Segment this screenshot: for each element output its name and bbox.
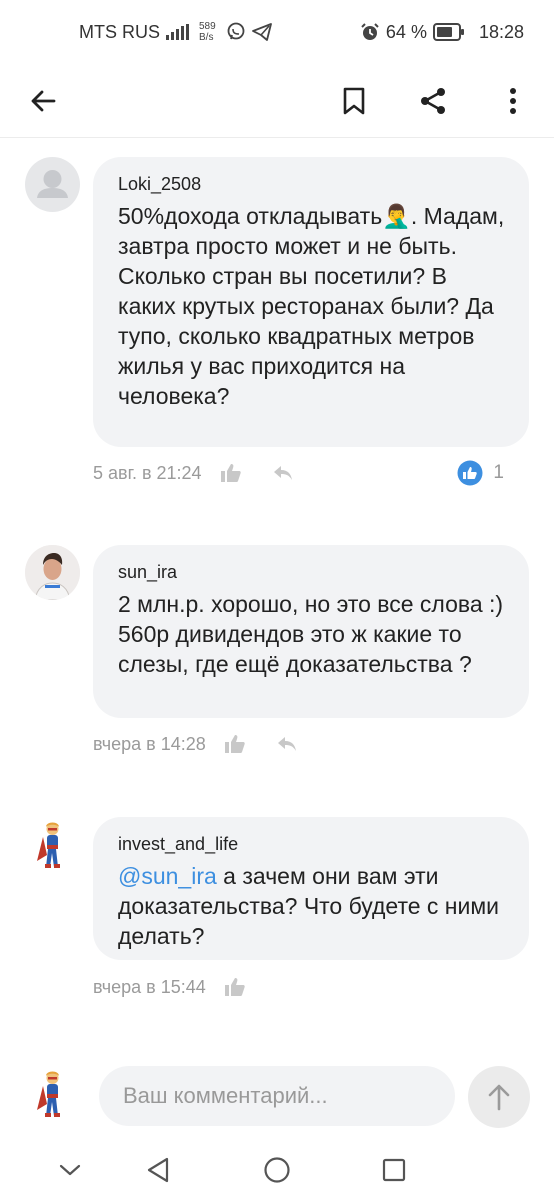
comment-author[interactable]: invest_and_life (118, 833, 505, 855)
thumbs-up-icon (220, 464, 241, 482)
reply-icon (273, 466, 292, 480)
default-user-icon (37, 170, 68, 198)
reply-icon (277, 737, 296, 751)
square-recents-icon (382, 1158, 406, 1182)
comment-timestamp: 5 авг. в 21:24 (93, 462, 202, 483)
battery-icon (432, 23, 464, 41)
thumbs-up-icon (224, 735, 245, 753)
comment-timestamp: вчера в 14:28 (93, 733, 206, 754)
thumbs-up-icon (224, 978, 245, 996)
bookmark-icon (343, 87, 365, 115)
arrow-left-icon (31, 90, 56, 112)
like-button[interactable] (224, 734, 246, 754)
signal-icon (166, 24, 189, 40)
alarm-icon (361, 23, 379, 40)
comment-author[interactable]: Loki_2508 (118, 173, 505, 195)
comment-text: 50%дохода откладывать🤦‍♂️. Мадам, завтра… (118, 203, 505, 409)
my-avatar (25, 1066, 80, 1121)
like-badge-icon (457, 460, 483, 486)
comment-composer (0, 1060, 554, 1132)
reply-button[interactable] (276, 735, 298, 753)
system-nav-bar (0, 1140, 554, 1200)
nav-collapse-button[interactable] (52, 1152, 88, 1188)
net-speed-value: 589 (199, 21, 216, 32)
net-speed-unit: B/s (199, 32, 214, 43)
avatar[interactable] (25, 545, 80, 600)
send-button[interactable] (468, 1066, 530, 1128)
comment-bubble: Loki_2508 50%дохода откладывать🤦‍♂️. Мад… (93, 157, 529, 447)
superhero-avatar-icon (37, 822, 60, 868)
like-count: 1 (493, 462, 504, 483)
like-button[interactable] (220, 463, 242, 483)
mention-link[interactable]: @sun_ira (118, 863, 217, 889)
share-button[interactable] (412, 80, 454, 122)
status-bar: MTS RUS 589 B/s 64 % 18:28 (0, 0, 554, 64)
arrow-up-icon (488, 1084, 510, 1111)
app-bar (0, 64, 554, 138)
more-button[interactable] (492, 80, 534, 122)
reply-button[interactable] (272, 464, 294, 482)
comment-author[interactable]: sun_ira (118, 561, 505, 583)
like-button[interactable] (224, 977, 246, 997)
like-counter[interactable]: 1 (457, 460, 504, 486)
chevron-down-icon (59, 1164, 81, 1176)
net-speed: 589 B/s (199, 21, 216, 43)
comment-text: 2 млн.р. хорошо, но это все слова :) 560… (118, 591, 504, 677)
superhero-avatar-icon (37, 1071, 60, 1117)
telegram-icon (251, 23, 272, 41)
comment-input[interactable] (99, 1066, 455, 1126)
back-button[interactable] (22, 80, 64, 122)
avatar[interactable] (25, 817, 80, 872)
comment-bubble: sun_ira 2 млн.р. хорошо, но это все слов… (93, 545, 529, 718)
nav-home-button[interactable] (259, 1152, 295, 1188)
nav-back-button[interactable] (140, 1152, 176, 1188)
carrier-label: MTS RUS (79, 21, 160, 42)
triangle-back-icon (147, 1157, 169, 1183)
comment-timestamp: вчера в 15:44 (93, 976, 206, 997)
user-photo-icon (25, 545, 80, 600)
comment-text: @sun_ira а зачем они вам эти доказательс… (118, 861, 505, 951)
nav-recents-button[interactable] (376, 1152, 412, 1188)
battery-percent: 64 % (385, 21, 427, 42)
viber-icon (227, 22, 245, 40)
bookmark-button[interactable] (333, 80, 375, 122)
share-icon (421, 88, 445, 114)
comment-meta: вчера в 15:44 (93, 972, 529, 1002)
comment-meta: 5 авг. в 21:24 1 (93, 458, 529, 488)
more-vertical-icon (510, 88, 516, 114)
comment-bubble: invest_and_life @sun_ira а зачем они вам… (93, 817, 529, 960)
comment-meta: вчера в 14:28 (93, 729, 529, 759)
avatar[interactable] (25, 157, 80, 212)
clock: 18:28 (478, 21, 524, 42)
circle-home-icon (264, 1157, 290, 1183)
